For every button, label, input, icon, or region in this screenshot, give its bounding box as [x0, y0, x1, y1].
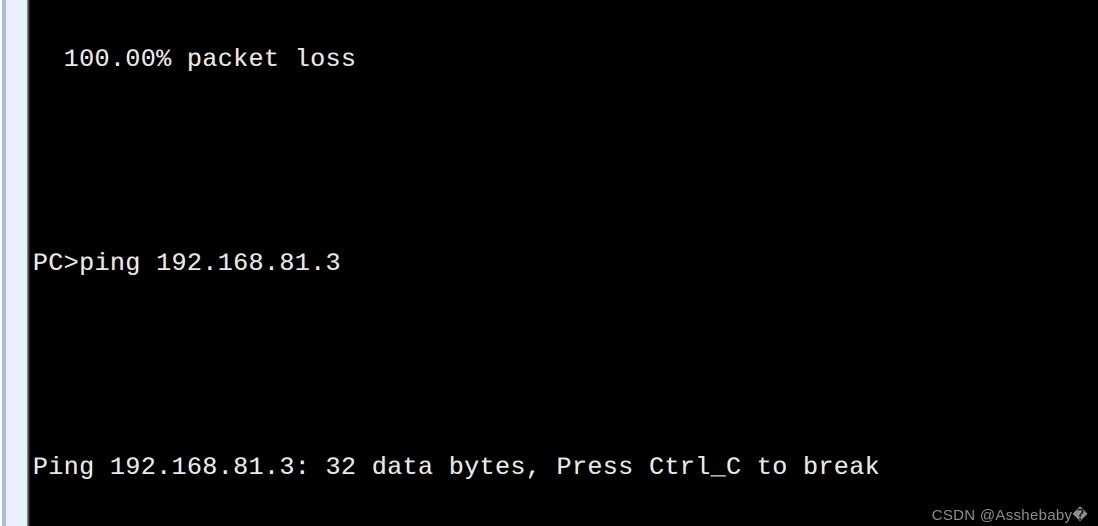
terminal-line-blank-2 [33, 349, 880, 383]
terminal-line-ping-header: Ping 192.168.81.3: 32 data bytes, Press … [33, 453, 881, 482]
window-border-band-pale [6, 0, 27, 526]
terminal-line-blank-1 [33, 145, 880, 179]
window-left-border [0, 0, 30, 526]
terminal-output: 100.00% packet loss PC>ping 192.168.81.3… [33, 0, 880, 526]
terminal-window: 100.00% packet loss PC>ping 192.168.81.3… [0, 0, 1098, 526]
watermark-text: CSDN @Asshebaby� [931, 507, 1088, 524]
terminal-line-prev-loss-clipped: 100.00% packet loss [33, 45, 357, 74]
terminal-line-prompt-command: PC>ping 192.168.81.3 [33, 249, 342, 278]
terminal-screen[interactable]: 100.00% packet loss PC>ping 192.168.81.3… [30, 0, 1098, 526]
